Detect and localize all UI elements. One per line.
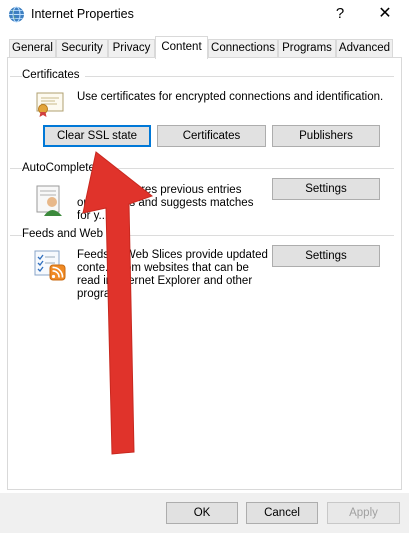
clear-ssl-state-button[interactable]: Clear SSL state — [43, 125, 151, 147]
tab-connections[interactable]: Connections — [208, 39, 278, 58]
title-bar: Internet Properties ? ✕ — [0, 0, 409, 30]
cancel-button[interactable]: Cancel — [246, 502, 318, 524]
autocomplete-settings-button[interactable]: Settings — [272, 178, 380, 200]
rss-feed-icon — [34, 250, 66, 281]
certificate-icon — [36, 92, 64, 117]
feeds-description-line-2: conte... from websites that can be — [77, 262, 249, 274]
dialog-footer: OK Cancel Apply — [0, 493, 409, 533]
autocomplete-description-line-1: ...ete stores previous entries — [97, 184, 242, 196]
ok-button[interactable]: OK — [166, 502, 238, 524]
certificates-group-label: Certificates — [22, 69, 85, 81]
feeds-description: Feeds ... Web Slices provide updated con… — [77, 249, 277, 301]
tab-strip: General Security Privacy Content Connect… — [0, 36, 409, 59]
autocomplete-description-line-3: for y... — [77, 210, 109, 222]
tab-security[interactable]: Security — [56, 39, 108, 58]
tab-privacy[interactable]: Privacy — [108, 39, 155, 58]
tab-advanced[interactable]: Advanced — [336, 39, 393, 58]
tab-programs[interactable]: Programs — [278, 39, 336, 58]
help-button[interactable]: ? — [328, 3, 352, 25]
feeds-settings-button[interactable]: Settings — [272, 245, 380, 267]
autocomplete-description: ...ete stores previous entries on w...ag… — [77, 184, 267, 223]
feeds-group-label: Feeds and Web S... — [22, 228, 129, 240]
certificates-description: Use certificates for encrypted connectio… — [77, 91, 384, 103]
content-tab-panel: Certificates Use certificates for encryp… — [7, 57, 402, 490]
certificates-button[interactable]: Certificates — [157, 125, 266, 147]
user-form-icon — [36, 185, 62, 216]
tab-general[interactable]: General — [9, 39, 56, 58]
feeds-description-line-3: read in Internet Explorer and other — [77, 275, 253, 287]
feeds-description-line-1: Feeds ... Web Slices provide updated — [77, 249, 268, 261]
internet-globe-icon — [9, 6, 24, 23]
autocomplete-group-label: AutoComplete — [22, 162, 100, 174]
feeds-description-line-4: programs. — [77, 288, 129, 300]
tab-content[interactable]: Content — [155, 36, 208, 59]
publishers-button[interactable]: Publishers — [272, 125, 380, 147]
apply-button[interactable]: Apply — [327, 502, 400, 524]
window-title: Internet Properties — [31, 7, 134, 21]
close-button[interactable]: ✕ — [372, 3, 398, 25]
autocomplete-description-line-2: on w...ages and suggests matches — [77, 197, 254, 209]
